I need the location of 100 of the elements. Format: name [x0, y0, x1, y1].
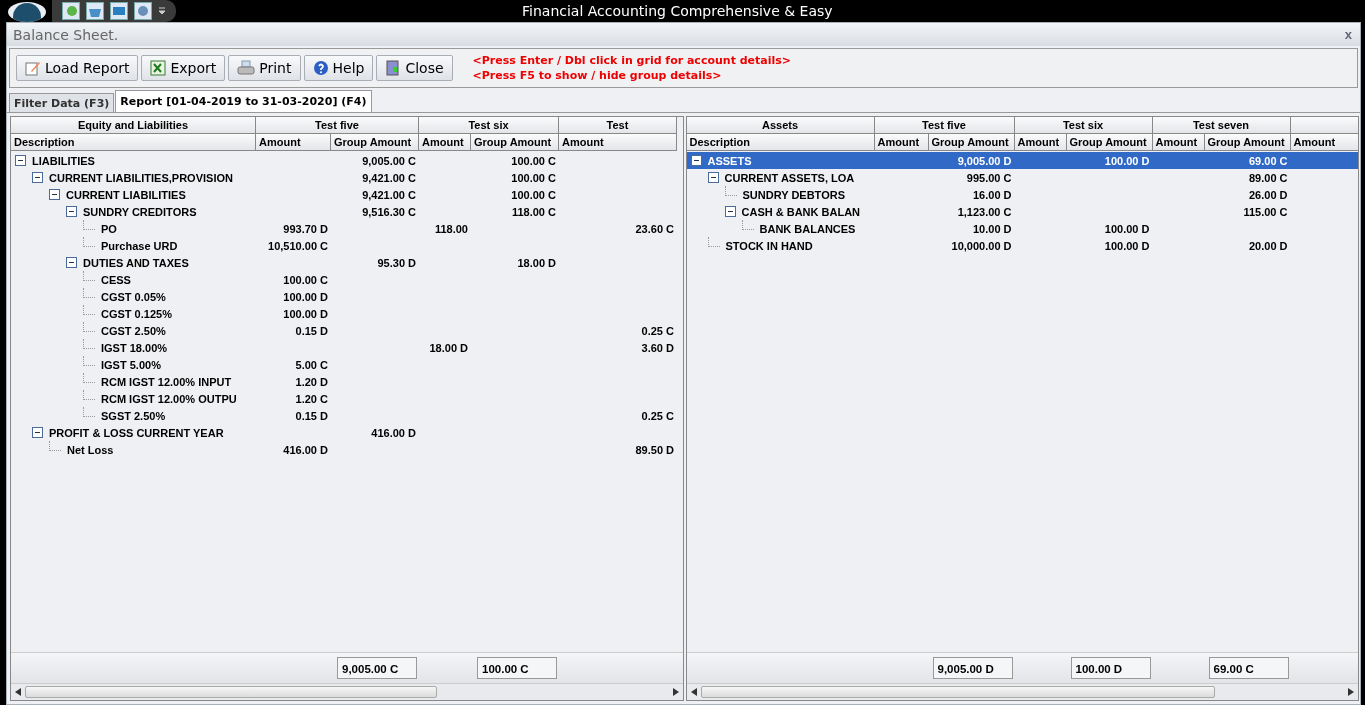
- tree-line: [83, 407, 95, 417]
- tree-line: [83, 271, 95, 281]
- app-logo-icon[interactable]: [8, 2, 46, 22]
- column-header[interactable]: Amount: [256, 134, 331, 151]
- tree-line: [83, 288, 95, 298]
- table-cell: 9,516.30 C: [362, 205, 416, 218]
- tree-node-label: IGST 18.00%: [101, 341, 168, 354]
- column-group-header: Test six: [419, 117, 559, 134]
- table-row[interactable]: BANK BALANCES 10.00 D 100.00 D: [686, 220, 1358, 237]
- collapse-icon[interactable]: [707, 172, 719, 183]
- tree-node-label: CESS: [101, 273, 131, 286]
- table-row[interactable]: Net Loss 416.00 D 89.50 D: [11, 441, 683, 458]
- scroll-left-icon[interactable]: [690, 688, 697, 696]
- toolbar-button[interactable]: Print: [228, 55, 301, 81]
- column-header[interactable]: Amount: [559, 134, 677, 151]
- column-header[interactable]: Amount: [1014, 134, 1067, 151]
- tree-line: [741, 220, 754, 230]
- toolbar-button[interactable]: Export: [141, 55, 226, 81]
- table-row[interactable]: CGST 0.125% 100.00 D: [11, 305, 683, 322]
- table-row[interactable]: CESS 100.00 C: [11, 271, 683, 288]
- total-field: 69.00 C: [1208, 657, 1289, 679]
- table-row[interactable]: PROFIT & LOSS CURRENT YEAR 416.00 D: [11, 424, 683, 441]
- column-header[interactable]: Group Amount: [471, 134, 559, 151]
- collapse-icon[interactable]: [32, 172, 43, 183]
- column-header[interactable]: Amount: [1152, 134, 1205, 151]
- basket-icon[interactable]: [86, 2, 104, 20]
- tree-node-label: STOCK IN HAND: [725, 239, 813, 252]
- collapse-icon[interactable]: [724, 206, 736, 217]
- table-row[interactable]: CURRENT ASSETS, LOA 995.00 C 89.00 C: [686, 169, 1358, 186]
- tree-node-label: Net Loss: [67, 443, 114, 456]
- table-row[interactable]: LIABILITIES 9,005.00 C 100.00 C: [11, 152, 683, 169]
- collapse-icon[interactable]: [66, 206, 77, 217]
- column-header[interactable]: Group Amount: [1204, 134, 1291, 151]
- column-header[interactable]: Group Amount: [331, 134, 419, 151]
- printer-icon: [237, 60, 256, 76]
- toolbar-button[interactable]: Help: [303, 55, 374, 81]
- tree-node-label: SGST 2.50%: [101, 409, 166, 422]
- column-group-header: Test seven: [1152, 117, 1291, 134]
- table-row[interactable]: SUNDRY DEBTORS 16.00 D 26.00 D: [686, 186, 1358, 203]
- collapse-icon[interactable]: [32, 427, 43, 438]
- table-row[interactable]: DUTIES AND TAXES 95.30 D 18.00 D: [11, 254, 683, 271]
- tree-line: [83, 220, 95, 230]
- table-cell: 10,510.00 C: [268, 239, 328, 252]
- table-row[interactable]: CASH & BANK BALAN 1,123.00 C 115.00 C: [686, 203, 1358, 220]
- column-header[interactable]: Description: [686, 134, 875, 151]
- tree-node-label: SUNDRY DEBTORS: [742, 188, 845, 201]
- table-cell: 9,005.00 C: [362, 154, 416, 167]
- table-cell: 100.00 C: [511, 154, 556, 167]
- column-header[interactable]: Amount: [1290, 134, 1358, 151]
- horizontal-scrollbar[interactable]: [686, 683, 1358, 700]
- scroll-thumb[interactable]: [700, 686, 1216, 698]
- table-row[interactable]: SUNDRY CREDITORS 9,516.30 C 118.00 C: [11, 203, 683, 220]
- table-row[interactable]: IGST 18.00% 18.00 D 3.60 D: [11, 339, 683, 356]
- window-close-button[interactable]: x: [1342, 27, 1354, 42]
- column-header[interactable]: Group Amount: [928, 134, 1015, 151]
- door-icon: [385, 60, 402, 76]
- table-cell: 9,421.00 C: [362, 171, 416, 184]
- horizontal-scrollbar[interactable]: [11, 683, 683, 700]
- table-row[interactable]: Purchase URD 10,510.00 C: [11, 237, 683, 254]
- table-row[interactable]: STOCK IN HAND 10,000.00 D 100.00 D 20.00 D: [686, 237, 1358, 254]
- toolbar-button[interactable]: Load Report: [16, 55, 139, 81]
- table-row[interactable]: RCM IGST 12.00% OUTPU 1.20 C: [11, 390, 683, 407]
- column-group-header: Test five: [256, 117, 419, 134]
- column-group-header: Test five: [874, 117, 1015, 134]
- column-header[interactable]: Amount: [419, 134, 471, 151]
- table-row[interactable]: ASSETS 9,005.00 D 100.00 D 69.00 C: [686, 152, 1358, 169]
- table-row[interactable]: RCM IGST 12.00% INPUT 1.20 D: [11, 373, 683, 390]
- table-row[interactable]: SGST 2.50% 0.15 D 0.25 C: [11, 407, 683, 424]
- collapse-icon[interactable]: [690, 155, 702, 166]
- scroll-thumb[interactable]: [25, 686, 437, 698]
- table-row[interactable]: PO 993.70 D 118.00 23.60 C: [11, 220, 683, 237]
- column-header[interactable]: Description: [11, 134, 256, 151]
- tree-line: [83, 373, 95, 383]
- table-cell: 9,005.00 D: [957, 154, 1012, 167]
- column-header[interactable]: Group Amount: [1066, 134, 1153, 151]
- pencil-icon: [25, 60, 41, 76]
- tree-node-label: RCM IGST 12.00% OUTPU: [101, 392, 237, 405]
- tree-line: [83, 237, 95, 247]
- table-row[interactable]: IGST 5.00% 5.00 C: [11, 356, 683, 373]
- tab[interactable]: Report [01-04-2019 to 31-03-2020] (F4): [115, 90, 372, 112]
- toolbar-button[interactable]: Close: [376, 55, 453, 81]
- total-field: 9,005.00 D: [932, 657, 1013, 679]
- scroll-right-icon[interactable]: [672, 688, 679, 696]
- table-row[interactable]: CURRENT LIABILITIES,PROVISION 9,421.00 C 100.00 C: [11, 169, 683, 186]
- table-row[interactable]: CURRENT LIABILITIES 9,421.00 C 100.00 C: [11, 186, 683, 203]
- scroll-right-icon[interactable]: [1348, 688, 1354, 696]
- collapse-icon[interactable]: [15, 155, 26, 166]
- app-title: Financial Accounting Comprehensive & Easy: [522, 3, 833, 19]
- collapse-icon[interactable]: [66, 257, 77, 268]
- table-cell: 1.20 C: [295, 392, 328, 405]
- table-cell: 5.00 C: [295, 358, 328, 371]
- dropdown-icon[interactable]: [158, 7, 166, 15]
- table-row[interactable]: CGST 0.05% 100.00 D: [11, 288, 683, 305]
- scroll-left-icon[interactable]: [15, 688, 21, 696]
- tree-node-label: Purchase URD: [101, 239, 178, 252]
- column-header[interactable]: Amount: [874, 134, 929, 151]
- table-cell: 100.00 C: [511, 171, 556, 184]
- collapse-icon[interactable]: [49, 189, 60, 200]
- tab[interactable]: Filter Data (F3): [9, 93, 115, 112]
- table-row[interactable]: CGST 2.50% 0.15 D 0.25 C: [11, 322, 683, 339]
